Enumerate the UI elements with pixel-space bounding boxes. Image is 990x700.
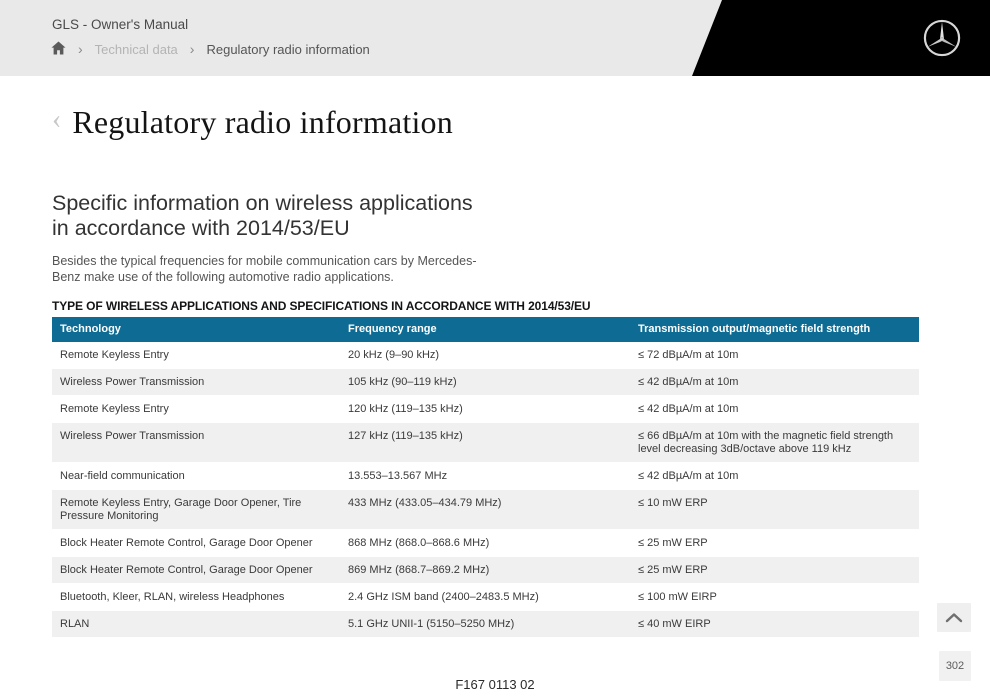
back-chevron-icon[interactable]: ‹ <box>52 106 61 134</box>
cell-transmission-output: ≤ 42 dBµA/m at 10m <box>630 396 919 423</box>
cell-frequency-range: 433 MHz (433.05–434.79 MHz) <box>340 490 630 530</box>
breadcrumb-item-current: Regulatory radio information <box>206 42 369 57</box>
page-title: Regulatory radio information <box>72 104 453 141</box>
mercedes-star-icon <box>922 18 962 58</box>
table-row: Wireless Power Transmission 127 kHz (119… <box>52 423 919 463</box>
column-header-technology: Technology <box>52 317 340 342</box>
table-row: Bluetooth, Kleer, RLAN, wireless Headpho… <box>52 584 919 611</box>
intro-line: Benz make use of the following automotiv… <box>52 269 477 285</box>
breadcrumb: › Technical data › Regulatory radio info… <box>51 40 370 58</box>
cell-frequency-range: 868 MHz (868.0–868.6 MHz) <box>340 530 630 557</box>
cell-transmission-output: ≤ 72 dBµA/m at 10m <box>630 342 919 369</box>
cell-technology: Remote Keyless Entry, Garage Door Opener… <box>52 490 340 530</box>
breadcrumb-item-technical-data[interactable]: Technical data <box>95 42 178 57</box>
table-row: Wireless Power Transmission 105 kHz (90–… <box>52 369 919 396</box>
cell-frequency-range: 5.1 GHz UNII-1 (5150–5250 MHz) <box>340 611 630 638</box>
section-heading-line: in accordance with 2014/53/EU <box>52 216 473 241</box>
cell-technology: Wireless Power Transmission <box>52 369 340 396</box>
cell-frequency-range: 20 kHz (9–90 kHz) <box>340 342 630 369</box>
cell-transmission-output: ≤ 42 dBµA/m at 10m <box>630 369 919 396</box>
scroll-to-top-button[interactable] <box>937 603 971 632</box>
home-icon[interactable] <box>51 41 66 55</box>
cell-transmission-output: ≤ 42 dBµA/m at 10m <box>630 463 919 490</box>
top-header-band: GLS - Owner's Manual › Technical data › … <box>0 0 990 76</box>
table-caption: TYPE OF WIRELESS APPLICATIONS AND SPECIF… <box>52 299 590 313</box>
cell-frequency-range: 120 kHz (119–135 kHz) <box>340 396 630 423</box>
cell-transmission-output: ≤ 25 mW ERP <box>630 557 919 584</box>
cell-frequency-range: 869 MHz (868.7–869.2 MHz) <box>340 557 630 584</box>
table-row: Remote Keyless Entry 120 kHz (119–135 kH… <box>52 396 919 423</box>
page-number-button[interactable]: 302 <box>939 651 971 681</box>
table-row: Remote Keyless Entry 20 kHz (9–90 kHz) ≤… <box>52 342 919 369</box>
intro-paragraph: Besides the typical frequencies for mobi… <box>52 253 477 285</box>
chevron-up-icon <box>945 612 963 623</box>
column-header-frequency-range: Frequency range <box>340 317 630 342</box>
app-title: GLS - Owner's Manual <box>52 17 188 32</box>
cell-transmission-output: ≤ 25 mW ERP <box>630 530 919 557</box>
figure-code: F167 0113 02 <box>0 677 990 692</box>
table-row: Remote Keyless Entry, Garage Door Opener… <box>52 490 919 530</box>
table-row: Near-field communication 13.553–13.567 M… <box>52 463 919 490</box>
wireless-spec-table: Technology Frequency range Transmission … <box>52 317 919 638</box>
page-title-row: ‹ Regulatory radio information <box>52 101 453 143</box>
chevron-right-icon: › <box>190 42 195 56</box>
section-heading: Specific information on wireless applica… <box>52 191 473 240</box>
cell-frequency-range: 127 kHz (119–135 kHz) <box>340 423 630 463</box>
table-row: Block Heater Remote Control, Garage Door… <box>52 530 919 557</box>
cell-transmission-output: ≤ 10 mW ERP <box>630 490 919 530</box>
table-row: Block Heater Remote Control, Garage Door… <box>52 557 919 584</box>
cell-transmission-output: ≤ 40 mW EIRP <box>630 611 919 638</box>
column-header-transmission-output: Transmission output/magnetic field stren… <box>630 317 919 342</box>
cell-frequency-range: 13.553–13.567 MHz <box>340 463 630 490</box>
cell-technology: Remote Keyless Entry <box>52 342 340 369</box>
cell-technology: Near-field communication <box>52 463 340 490</box>
cell-technology: Bluetooth, Kleer, RLAN, wireless Headpho… <box>52 584 340 611</box>
cell-technology: RLAN <box>52 611 340 638</box>
cell-frequency-range: 2.4 GHz ISM band (2400–2483.5 MHz) <box>340 584 630 611</box>
cell-technology: Remote Keyless Entry <box>52 396 340 423</box>
cell-technology: Wireless Power Transmission <box>52 423 340 463</box>
cell-technology: Block Heater Remote Control, Garage Door… <box>52 530 340 557</box>
cell-frequency-range: 105 kHz (90–119 kHz) <box>340 369 630 396</box>
cell-transmission-output: ≤ 100 mW EIRP <box>630 584 919 611</box>
chevron-right-icon: › <box>78 42 83 56</box>
table-header-row: Technology Frequency range Transmission … <box>52 317 919 342</box>
table-row: RLAN 5.1 GHz UNII-1 (5150–5250 MHz) ≤ 40… <box>52 611 919 638</box>
section-heading-line: Specific information on wireless applica… <box>52 191 473 216</box>
cell-transmission-output: ≤ 66 dBµA/m at 10m with the magnetic fie… <box>630 423 919 463</box>
intro-line: Besides the typical frequencies for mobi… <box>52 253 477 269</box>
cell-technology: Block Heater Remote Control, Garage Door… <box>52 557 340 584</box>
